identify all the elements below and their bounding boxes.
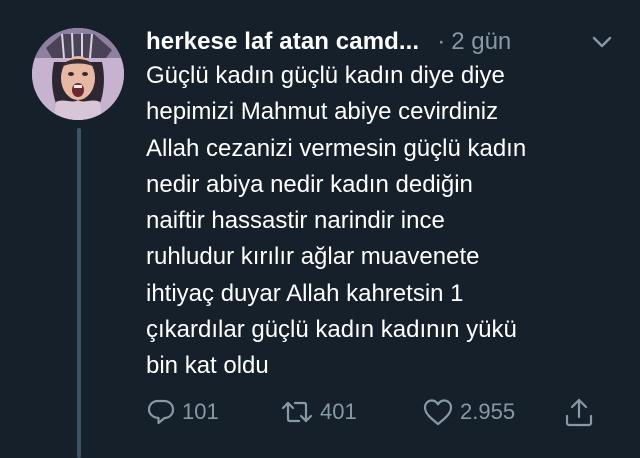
tweet-text-line: Allah cezanizi vermesin güçlü kadın [146,134,527,162]
tweet-text-line: hepimizi Mahmut abiye cevirdiniz [146,98,499,126]
tweet-text-line: bin kat oldu [146,352,269,380]
display-name[interactable]: herkese laf atan camd... [146,28,419,56]
separator-dot: · [437,28,446,55]
reply-icon [146,397,176,427]
heart-icon [422,397,454,427]
tweet[interactable]: herkese laf atan camd... · 2 gün Güçlü k… [0,0,640,458]
action-bar: 101 401 2.955 [146,394,606,430]
share-icon [564,396,594,428]
retweet-icon [280,397,314,427]
like-count: 2.955 [460,399,516,424]
reply-count: 101 [182,399,219,424]
retweet-button[interactable]: 401 [280,394,357,430]
reply-button[interactable]: 101 [146,394,219,430]
tweet-text-line: naiftir hassastir narindir ince [146,207,445,235]
timestamp[interactable]: 2 gün [451,28,511,56]
tweet-text-line: nedir abiya nedir kadın dediğin [146,170,473,198]
avatar[interactable] [32,28,124,120]
tweet-text-line: çıkardılar güçlü kadın kadının yükü [146,316,517,344]
tweet-text: Güçlü kadın güçlü kadın diye diye hepimi… [146,58,616,385]
like-button[interactable]: 2.955 [422,394,515,430]
retweet-count: 401 [320,399,357,424]
tweet-header: herkese laf atan camd... · 2 gün [146,26,616,58]
tweet-text-line: Güçlü kadın güçlü kadın diye diye [146,62,505,89]
avatar-image [32,28,124,120]
thread-line [77,128,81,458]
tweet-text-line: ihtiyaç duyar Allah kahretsin 1 [146,279,464,307]
share-button[interactable] [564,394,594,430]
chevron-down-icon[interactable] [588,30,616,54]
tweet-text-line: ruhludur kırılır ağlar muavenete [146,243,480,271]
